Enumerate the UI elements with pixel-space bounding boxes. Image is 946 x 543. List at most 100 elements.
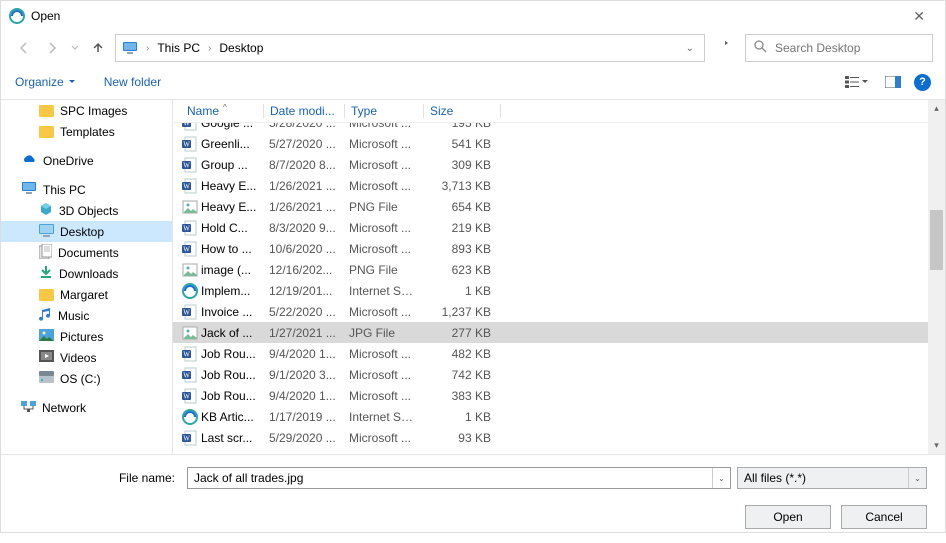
file-name: How to ... xyxy=(201,242,263,256)
sidebar-item-music[interactable]: Music xyxy=(1,305,172,326)
file-size: 1 KB xyxy=(421,410,497,424)
file-row[interactable]: WHeavy E...1/26/2021 ...Microsoft ...3,7… xyxy=(173,175,945,196)
nav-row: › This PC › Desktop ⌄ xyxy=(1,31,945,65)
file-row[interactable]: WLast scr...5/29/2020 ...Microsoft ...93… xyxy=(173,427,945,448)
titlebar: Open ✕ xyxy=(1,1,945,31)
file-row[interactable]: WGreenli...5/27/2020 ...Microsoft ...541… xyxy=(173,133,945,154)
file-row[interactable]: WHow to ...10/6/2020 ...Microsoft ...893… xyxy=(173,238,945,259)
help-button[interactable]: ? xyxy=(914,74,931,91)
file-size: 742 KB xyxy=(421,368,497,382)
column-date[interactable]: Date modi... xyxy=(264,104,344,118)
file-row[interactable]: WJob Rou...9/4/2020 1...Microsoft ...383… xyxy=(173,385,945,406)
svg-text:W: W xyxy=(183,161,190,169)
file-row[interactable]: WInvoice ...5/22/2020 ...Microsoft ...1,… xyxy=(173,301,945,322)
file-type: PNG File xyxy=(343,200,421,214)
cancel-button[interactable]: Cancel xyxy=(841,505,927,529)
svg-text:W: W xyxy=(183,140,190,148)
file-size: 482 KB xyxy=(421,347,497,361)
file-type: Microsoft ... xyxy=(343,347,421,361)
file-name: Implem... xyxy=(201,284,263,298)
preview-pane-button[interactable] xyxy=(880,70,906,94)
file-row[interactable]: WHold C...8/3/2020 9...Microsoft ...219 … xyxy=(173,217,945,238)
open-button[interactable]: Open xyxy=(745,505,831,529)
sidebar-item-pictures[interactable]: Pictures xyxy=(1,326,172,347)
filename-dropdown-icon[interactable]: ⌄ xyxy=(712,468,730,488)
crumb-desktop[interactable]: Desktop xyxy=(219,41,263,55)
sidebar-item-videos[interactable]: Videos xyxy=(1,347,172,368)
svg-text:W: W xyxy=(183,245,190,253)
filename-input[interactable]: Jack of all trades.jpg ⌄ xyxy=(187,467,731,489)
file-row[interactable]: KB Artic...1/17/2019 ...Internet Sh...1 … xyxy=(173,406,945,427)
file-size: 219 KB xyxy=(421,221,497,235)
file-row[interactable]: image (...12/16/202...PNG File623 KB xyxy=(173,259,945,280)
file-type-icon: W xyxy=(181,219,199,237)
file-row[interactable]: WGroup ...8/7/2020 8...Microsoft ...309 … xyxy=(173,154,945,175)
file-type-icon: W xyxy=(181,177,199,195)
crumb-thispc[interactable]: This PC xyxy=(157,41,200,55)
chevron-down-icon xyxy=(68,78,76,86)
search-input[interactable] xyxy=(775,41,930,55)
svg-text:W: W xyxy=(183,392,190,400)
sidebar-item-label: Pictures xyxy=(60,330,103,344)
scroll-thumb[interactable] xyxy=(930,210,943,270)
column-size[interactable]: Size xyxy=(424,104,500,118)
sidebar-item-spc-images[interactable]: SPC Images xyxy=(1,100,172,121)
desktop-icon xyxy=(39,224,54,240)
address-bar[interactable]: › This PC › Desktop ⌄ xyxy=(115,34,705,62)
sidebar-item-thispc[interactable]: This PC xyxy=(1,179,172,200)
sidebar-item-documents[interactable]: Documents xyxy=(1,242,172,263)
search-box[interactable] xyxy=(745,34,933,62)
sidebar-item-osc[interactable]: OS (C:) xyxy=(1,368,172,389)
scroll-up-icon[interactable]: ▴ xyxy=(928,100,945,117)
view-options-button[interactable] xyxy=(838,70,876,94)
file-name: Group ... xyxy=(201,158,263,172)
sidebar-item-label: Templates xyxy=(60,125,115,139)
file-type: Internet Sh... xyxy=(343,410,421,424)
toolbar: Organize New folder ? xyxy=(1,65,945,99)
column-type[interactable]: Type xyxy=(345,104,423,118)
file-row[interactable]: WJob Rou...9/1/2020 3...Microsoft ...742… xyxy=(173,364,945,385)
sidebar-item-label: Documents xyxy=(58,246,119,260)
file-row[interactable]: Jack of ...1/27/2021 ...JPG File277 KB xyxy=(173,322,945,343)
app-icon xyxy=(9,8,25,24)
forward-button[interactable] xyxy=(41,37,63,59)
file-size: 1 KB xyxy=(421,284,497,298)
svg-text:W: W xyxy=(183,308,190,316)
recent-dropdown[interactable] xyxy=(69,37,81,59)
file-type-filter[interactable]: All files (*.*) ⌄ xyxy=(737,467,927,489)
scroll-down-icon[interactable]: ▾ xyxy=(928,437,945,454)
file-type: PNG File xyxy=(343,263,421,277)
scrollbar[interactable]: ▴ ▾ xyxy=(928,100,945,454)
close-icon[interactable]: ✕ xyxy=(901,4,937,29)
sidebar-item-onedrive[interactable]: OneDrive xyxy=(1,150,172,171)
sidebar-item-desktop[interactable]: Desktop xyxy=(1,221,172,242)
file-type-icon xyxy=(181,282,199,300)
file-type: Microsoft ... xyxy=(343,368,421,382)
file-size: 309 KB xyxy=(421,158,497,172)
file-type-icon xyxy=(181,324,199,342)
new-folder-label: New folder xyxy=(104,75,161,89)
column-name[interactable]: ^Name xyxy=(181,104,263,118)
sidebar-item-templates[interactable]: Templates xyxy=(1,121,172,142)
back-button[interactable] xyxy=(13,37,35,59)
new-folder-button[interactable]: New folder xyxy=(104,75,161,89)
file-name: Job Rou... xyxy=(201,347,263,361)
sidebar-item-margaret[interactable]: Margaret xyxy=(1,284,172,305)
file-row[interactable]: Heavy E...1/26/2021 ...PNG File654 KB xyxy=(173,196,945,217)
organize-menu[interactable]: Organize xyxy=(15,75,76,89)
organize-label: Organize xyxy=(15,75,64,89)
filter-dropdown-icon[interactable]: ⌄ xyxy=(908,468,926,488)
filename-value: Jack of all trades.jpg xyxy=(194,471,303,485)
file-row[interactable]: WGoogle ...5/28/2020 ...Microsoft ...195… xyxy=(173,123,945,133)
file-name: KB Artic... xyxy=(201,410,263,424)
sidebar-item-3d-objects[interactable]: › 3D Objects xyxy=(1,200,172,221)
refresh-button[interactable] xyxy=(711,34,739,62)
file-row[interactable]: WJob Rou...9/4/2020 1...Microsoft ...482… xyxy=(173,343,945,364)
column-headers: ^Name Date modi... Type Size xyxy=(173,100,945,123)
sidebar-item-network[interactable]: Network xyxy=(1,397,172,418)
sidebar-item-downloads[interactable]: Downloads xyxy=(1,263,172,284)
up-button[interactable] xyxy=(87,37,109,59)
file-row[interactable]: Implem...12/19/201...Internet Sh...1 KB xyxy=(173,280,945,301)
address-dropdown-icon[interactable]: ⌄ xyxy=(682,43,698,54)
file-size: 383 KB xyxy=(421,389,497,403)
